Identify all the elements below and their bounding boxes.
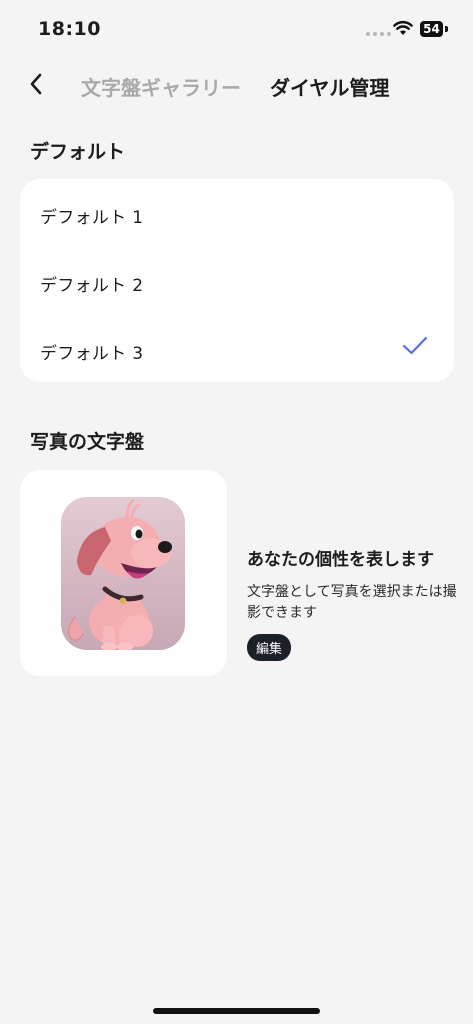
- photo-face-heading: あなたの個性を表します: [247, 550, 434, 570]
- photo-thumbnail: [61, 497, 185, 650]
- chevron-left-icon: [30, 73, 42, 95]
- default-face-label: デフォルト 1: [40, 208, 144, 228]
- default-face-item-3[interactable]: デフォルト 3: [20, 318, 454, 378]
- status-bar: 18:10 54: [0, 0, 473, 60]
- default-face-item-1[interactable]: デフォルト 1: [20, 182, 454, 242]
- default-face-label: デフォルト 2: [40, 276, 144, 296]
- wifi-icon: [393, 21, 413, 35]
- default-section-title: デフォルト: [30, 141, 126, 163]
- tab-watch-face-gallery[interactable]: 文字盤ギャラリー: [81, 72, 241, 101]
- default-face-label: デフォルト 3: [40, 344, 144, 364]
- default-face-item-2[interactable]: デフォルト 2: [20, 250, 454, 310]
- home-indicator[interactable]: [153, 1008, 320, 1014]
- photo-section-title: 写真の文字盤: [30, 431, 145, 453]
- status-time: 18:10: [38, 18, 101, 40]
- photo-face-info: あなたの個性を表します 文字盤として写真を選択または撮影できます 編集: [247, 545, 462, 661]
- edit-button[interactable]: 編集: [247, 634, 292, 661]
- photo-face-card[interactable]: [20, 470, 227, 676]
- back-button[interactable]: [20, 68, 52, 100]
- tab-dial-management[interactable]: ダイヤル管理: [270, 72, 389, 101]
- checkmark-icon: [402, 336, 428, 355]
- cellular-signal-icon: [366, 32, 391, 36]
- battery-level: 54: [420, 21, 443, 37]
- photo-face-description: 文字盤として写真を選択または撮影できます: [247, 584, 457, 621]
- default-face-list: デフォルト 1 デフォルト 2 デフォルト 3: [20, 179, 454, 382]
- cartoon-dog-image: [68, 499, 172, 650]
- nav-bar: 文字盤ギャラリー ダイヤル管理: [0, 60, 473, 110]
- battery-icon: 54: [420, 21, 448, 37]
